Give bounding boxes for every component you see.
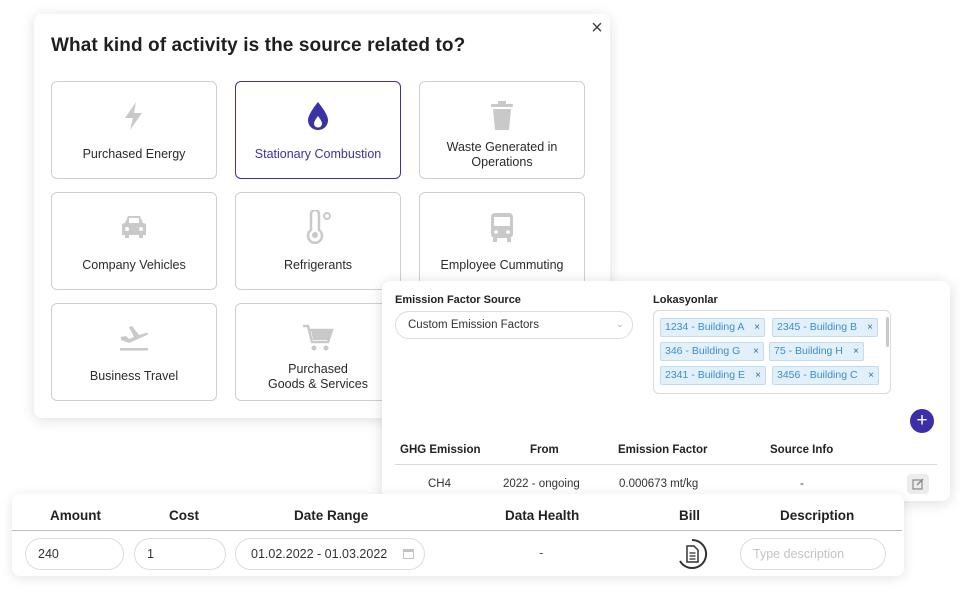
airplane-icon — [120, 326, 149, 351]
category-label: Company Vehicles — [82, 258, 186, 272]
table-cell: 0.000673 mt/kg — [619, 478, 699, 490]
car-icon — [122, 216, 146, 238]
column-header: Emission Factor — [618, 444, 708, 456]
column-header: Cost — [169, 508, 199, 523]
category-card-purchased-goods[interactable]: Purchased Goods & Services — [235, 303, 401, 401]
source-label: Emission Factor Source — [395, 294, 521, 306]
bill-upload-icon[interactable] — [675, 537, 709, 571]
column-header: Bill — [679, 508, 701, 523]
emission-source-select[interactable]: Custom Emission Factors ⌄ — [395, 311, 633, 339]
category-label: Waste Generated in Operations — [446, 140, 558, 169]
remove-tag-icon[interactable]: × — [754, 319, 760, 336]
column-header: Date Range — [294, 508, 369, 523]
divider — [12, 530, 902, 531]
category-label: Employee Cummuting — [440, 258, 564, 272]
amount-input[interactable]: 240 — [25, 538, 124, 570]
add-button[interactable]: + — [910, 409, 934, 433]
category-label: Stationary Combustion — [254, 147, 382, 161]
category-label: Purchased Energy — [82, 147, 186, 161]
location-tag: 75 - Building H × — [769, 342, 864, 361]
location-tag: 2345 - Building B × — [772, 318, 878, 337]
category-card-refrigerants[interactable]: Refrigerants — [235, 192, 401, 290]
close-icon[interactable]: × — [586, 17, 608, 39]
locations-multiselect[interactable]: 1234 - Building A × 2345 - Building B × … — [653, 310, 891, 394]
column-header: Source Info — [770, 444, 834, 456]
modal-title: What kind of activity is the source rela… — [51, 35, 466, 56]
category-card-employee-commuting[interactable]: Employee Cummuting — [419, 192, 585, 290]
location-tag: 346 - Building G × — [660, 342, 764, 361]
thermometer-icon — [306, 210, 331, 244]
remove-tag-icon[interactable]: × — [753, 343, 759, 360]
remove-tag-icon[interactable]: × — [755, 367, 761, 384]
cart-icon — [303, 324, 334, 351]
category-label: Business Travel — [89, 369, 179, 383]
location-tag: 2341 - Building E × — [660, 366, 766, 385]
category-card-waste-generated[interactable]: Waste Generated in Operations — [419, 81, 585, 179]
flame-drop-icon — [308, 102, 328, 130]
column-header: Amount — [50, 508, 101, 523]
category-card-purchased-energy[interactable]: Purchased Energy — [51, 81, 217, 179]
lightning-icon — [125, 102, 142, 130]
calendar-icon — [403, 549, 414, 559]
location-tag: 1234 - Building A × — [660, 318, 765, 337]
category-card-stationary-combustion[interactable]: Stationary Combustion — [235, 81, 401, 179]
category-card-business-travel[interactable]: Business Travel — [51, 303, 217, 401]
table-cell: - — [800, 478, 804, 490]
category-card-company-vehicles[interactable]: Company Vehicles — [51, 192, 217, 290]
trash-icon — [491, 101, 513, 130]
table-cell: CH4 — [428, 478, 452, 490]
scrollbar[interactable] — [886, 317, 889, 347]
column-header: Data Health — [505, 508, 580, 523]
location-tag: 3456 - Building C × — [772, 366, 879, 385]
column-header: From — [530, 444, 559, 456]
chevron-down-icon: ⌄ — [615, 319, 624, 330]
date-range-input[interactable]: 01.02.2022 - 01.03.2022 — [235, 538, 425, 570]
record-row-card: Amount Cost Date Range Data Health Bill … — [12, 494, 904, 576]
emission-factor-panel: Emission Factor Source Custom Emission F… — [382, 281, 950, 501]
column-header: GHG Emission — [400, 444, 481, 456]
column-header: Description — [780, 508, 855, 523]
remove-tag-icon[interactable]: × — [868, 367, 874, 384]
description-input[interactable]: Type description — [740, 538, 886, 570]
category-label: Purchased Goods & Services — [267, 362, 369, 391]
category-label: Refrigerants — [283, 258, 353, 272]
divider — [395, 464, 937, 465]
data-health-value: - — [539, 545, 544, 560]
table-cell: 2022 - ongoing — [503, 478, 580, 490]
remove-tag-icon[interactable]: × — [867, 319, 873, 336]
select-value: Custom Emission Factors — [408, 319, 540, 331]
bus-icon — [491, 213, 513, 242]
locations-label: Lokasyonlar — [653, 294, 718, 306]
edit-icon[interactable] — [907, 474, 929, 494]
remove-tag-icon[interactable]: × — [853, 343, 859, 360]
cost-input[interactable]: 1 — [134, 538, 226, 570]
